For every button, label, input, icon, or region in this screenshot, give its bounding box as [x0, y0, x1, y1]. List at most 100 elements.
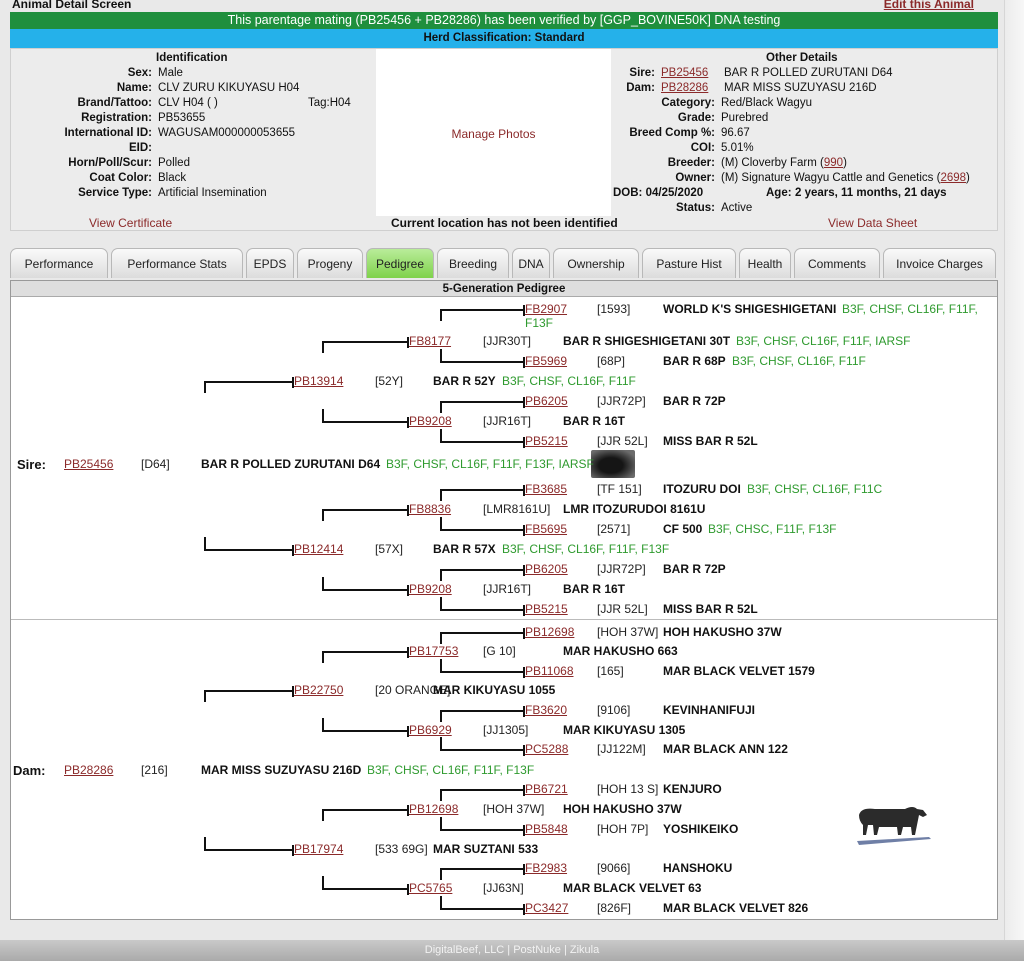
pedigree-reg-link[interactable]: PB5215: [525, 602, 568, 617]
pedigree-connector: [440, 517, 523, 531]
pedigree-connector: [322, 809, 407, 821]
pedigree-tag: [HOH 7P]: [597, 822, 649, 836]
tab-pedigree[interactable]: Pedigree: [366, 248, 434, 278]
pedigree-tag: [JJR72P]: [597, 562, 646, 576]
tab-breeding[interactable]: Breeding: [437, 248, 509, 278]
coi-label: COI:: [690, 142, 715, 154]
pedigree-animal-name: KENJURO: [663, 782, 722, 796]
breeder-code-link[interactable]: 990: [824, 157, 843, 169]
pedigree-connector-tick: [523, 628, 525, 639]
pedigree-reg-link[interactable]: PC3427: [525, 901, 568, 916]
pedigree-tag: [216]: [141, 763, 168, 777]
pedigree-reg-link[interactable]: PB17974: [294, 842, 343, 857]
pedigree-reg-link[interactable]: PB25456: [64, 457, 113, 472]
pedigree-animal-name: KEVINHANIFUJI: [663, 703, 756, 717]
view-data-sheet-link[interactable]: View Data Sheet: [828, 216, 917, 230]
pedigree-reg-link[interactable]: FB8836: [409, 502, 451, 517]
pedigree-reg-link[interactable]: PB12414: [294, 542, 343, 557]
pedigree-reg-link[interactable]: PB5215: [525, 434, 568, 449]
pedigree-reg-link[interactable]: FB2907: [525, 302, 567, 317]
pedigree-node: PC3427 [826F] MAR BLACK VELVET 826: [525, 901, 808, 916]
pedigree-animal-name: LMR ITOZURUDOI 8161U: [563, 502, 706, 516]
pedigree-tag: [JJ122M]: [597, 742, 646, 756]
tab-performance[interactable]: Performance: [10, 248, 108, 278]
pedigree-reg-link[interactable]: PB9208: [409, 582, 452, 597]
pedigree-traits: B3F, CHSF, CL16F, F11C: [747, 482, 883, 496]
edit-animal-link[interactable]: Edit this Animal: [884, 0, 974, 11]
pedigree-connector-tick: [292, 686, 294, 697]
pedigree-traits: B3F, CHSF, CL16F, F11F: [502, 374, 636, 388]
pedigree-node: FB8836 [LMR8161U] LMR ITOZURUDOI 8161U: [409, 502, 705, 517]
pedigree-reg-link[interactable]: FB8177: [409, 334, 451, 349]
pedigree-animal-name: MISS BAR R 52L: [663, 434, 758, 448]
pedigree-animal-name: MAR KIKUYASU 1055: [433, 683, 556, 697]
breed-comp-label: Breed Comp %:: [629, 127, 715, 139]
pedigree-root-node: PB25456 [D64] BAR R POLLED ZURUTANI D64: [64, 457, 380, 472]
tab-health[interactable]: Health: [739, 248, 791, 278]
pedigree-tag: [JJ63N]: [483, 881, 524, 895]
tab-epds[interactable]: EPDS: [246, 248, 294, 278]
owner-code-link[interactable]: 2698: [940, 172, 966, 184]
pedigree-reg-link[interactable]: PB6205: [525, 394, 568, 409]
pedigree-connector: [440, 789, 523, 801]
tab-ownership[interactable]: Ownership: [553, 248, 639, 278]
pedigree-reg-link[interactable]: FB5969: [525, 354, 567, 369]
pedigree-node: PB6929 [JJ1305] MAR KIKUYASU 1305: [409, 723, 685, 738]
pedigree-reg-link[interactable]: PB6929: [409, 723, 452, 738]
grade-value: Purebred: [721, 112, 769, 124]
pedigree-reg-link[interactable]: FB3685: [525, 482, 567, 497]
herd-classification-banner: Herd Classification: Standard: [10, 29, 998, 48]
sire-reg-link[interactable]: PB25456: [661, 66, 708, 81]
pedigree-reg-link[interactable]: FB3620: [525, 703, 567, 718]
sire-thumbnail-photo[interactable]: [591, 450, 635, 478]
pedigree-node: PB5215 [JJR 52L] MISS BAR R 52L: [525, 602, 758, 617]
pedigree-reg-link[interactable]: PB12698: [409, 802, 458, 817]
dam-reg-link[interactable]: PB28286: [661, 81, 708, 96]
pedigree-node: PB17753 [G 10] MAR HAKUSHO 663: [409, 644, 678, 659]
pedigree-node: PB12698 [HOH 37W] HOH HAKUSHO 37W: [525, 625, 782, 640]
pedigree-connector: [322, 651, 407, 663]
animal-info-panel: Identification Sex: Male Name: CLV ZURU KIK…: [10, 48, 998, 231]
pedigree-reg-link[interactable]: PC5288: [525, 742, 568, 757]
coi-value: 5.01%: [721, 142, 754, 154]
pedigree-connector: [440, 710, 523, 722]
pedigree-reg-link[interactable]: PB6205: [525, 562, 568, 577]
pedigree-reg-link[interactable]: PB9208: [409, 414, 452, 429]
view-certificate-link[interactable]: View Certificate: [89, 216, 172, 230]
pedigree-reg-link[interactable]: PB11068: [525, 664, 574, 679]
pedigree-reg-link[interactable]: PB17753: [409, 644, 458, 659]
owner-label: Owner:: [675, 172, 715, 184]
pedigree-reg-link[interactable]: PC5765: [409, 881, 452, 896]
pedigree-traits: B3F, CHSF, CL16F, F11F, F13F: [367, 763, 535, 777]
status-label: Status:: [676, 202, 715, 214]
pedigree-connector-tick: [523, 357, 525, 368]
tab-performance-stats[interactable]: Performance Stats: [111, 248, 243, 278]
pedigree-animal-name: BAR R 68P: [663, 354, 726, 368]
pedigree-node: PB17974 [533 69G] MAR SUZTANI 533: [294, 842, 538, 857]
pedigree-node: PC5288 [JJ122M] MAR BLACK ANN 122: [525, 742, 788, 757]
tab-progeny[interactable]: Progeny: [297, 248, 363, 278]
pedigree-reg-link[interactable]: PB28286: [64, 763, 113, 778]
pedigree-reg-link[interactable]: PB22750: [294, 683, 343, 698]
tab-invoice-charges[interactable]: Invoice Charges: [883, 248, 996, 278]
pedigree-connector: [440, 868, 523, 880]
pedigree-reg-link[interactable]: FB5695: [525, 522, 567, 537]
pedigree-reg-link[interactable]: PB6721: [525, 782, 568, 797]
dob-value: DOB: 04/25/2020: [613, 187, 704, 199]
pedigree-connector: [322, 341, 407, 353]
tab-dna[interactable]: DNA: [512, 248, 550, 278]
tab-pasture-hist[interactable]: Pasture Hist: [642, 248, 736, 278]
pedigree-animal-name: BAR R POLLED ZURUTANI D64: [201, 457, 381, 471]
pedigree-reg-link[interactable]: PB5848: [525, 822, 568, 837]
pedigree-tag: [TF 151]: [597, 482, 642, 496]
pedigree-animal-name: BAR R 72P: [663, 394, 726, 408]
pedigree-connector: [440, 429, 523, 443]
pedigree-reg-link[interactable]: PB12698: [525, 625, 574, 640]
pedigree-reg-link[interactable]: FB2983: [525, 861, 567, 876]
pedigree-animal-name: BAR R 57X: [433, 542, 496, 556]
pedigree-tag: [HOH 37W]: [483, 802, 545, 816]
pedigree-connector: [440, 632, 523, 644]
pedigree-connector-tick: [292, 845, 294, 856]
tab-comments[interactable]: Comments: [794, 248, 880, 278]
pedigree-reg-link[interactable]: PB13914: [294, 374, 343, 389]
